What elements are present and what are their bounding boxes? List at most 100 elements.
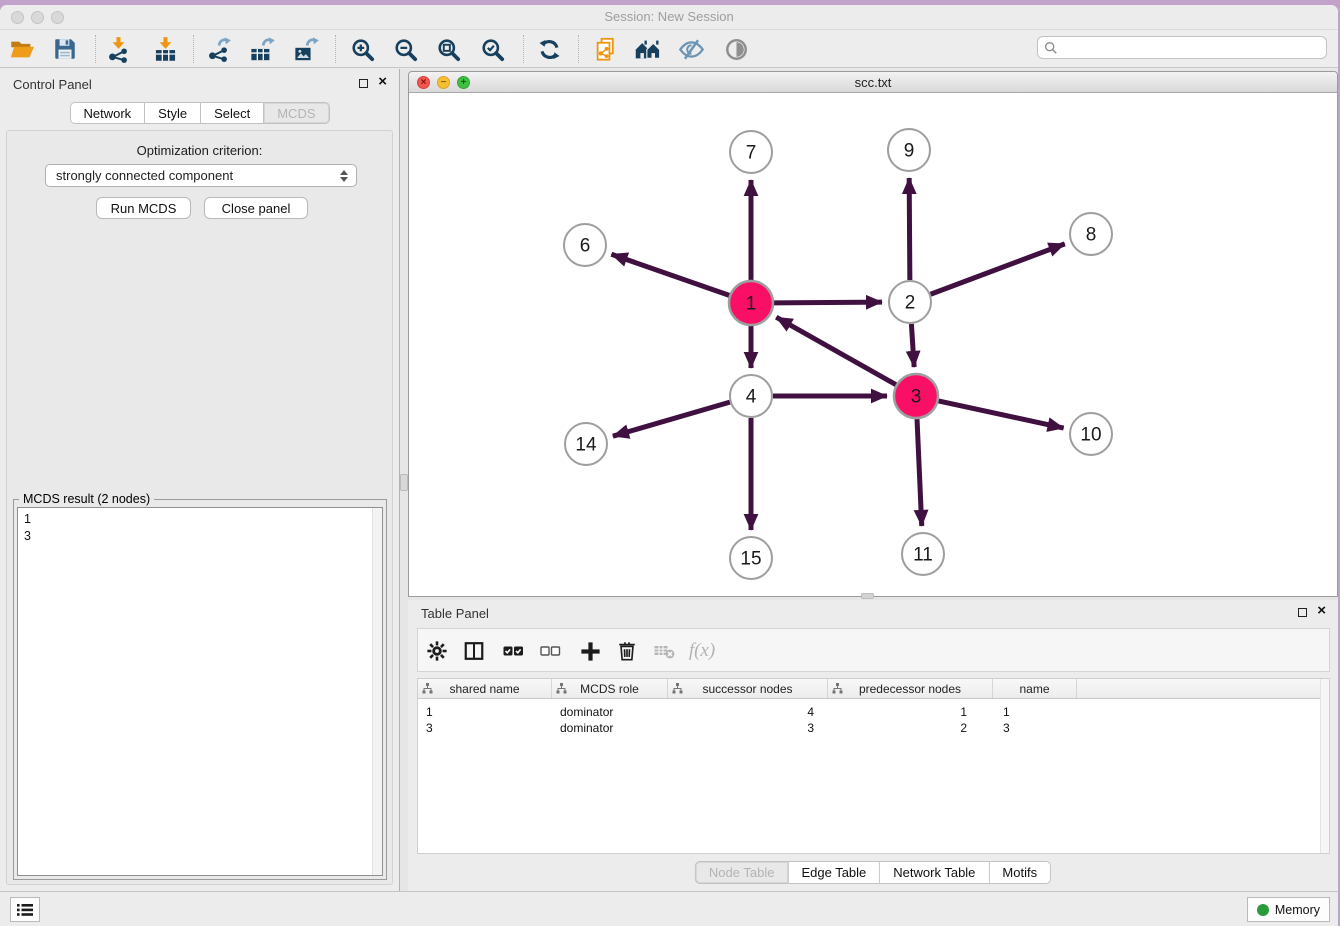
column-header-name[interactable]: name xyxy=(993,679,1077,698)
network-graph[interactable]: 7968124314101511 xyxy=(409,94,1337,596)
float-panel-icon[interactable] xyxy=(359,79,368,88)
network-window-titlebar[interactable]: × − + scc.txt xyxy=(409,72,1337,93)
list-icon xyxy=(16,902,34,918)
search-field[interactable] xyxy=(1037,36,1327,59)
column-header-shared-name[interactable]: shared name xyxy=(418,679,552,698)
tab-node-table[interactable]: Node Table xyxy=(695,861,789,884)
table-panel-title: Table Panel xyxy=(421,606,489,621)
search-icon xyxy=(1044,41,1058,55)
column-header-filler xyxy=(1077,679,1320,698)
network-title: scc.txt xyxy=(409,75,1337,90)
open-session-icon[interactable] xyxy=(5,32,39,66)
graph-edge-3-10[interactable] xyxy=(938,401,1063,428)
hierarchy-icon xyxy=(672,683,683,697)
criterion-dropdown[interactable]: strongly connected component xyxy=(45,164,357,187)
result-scrollbar[interactable] xyxy=(372,508,382,875)
toolbar-separator xyxy=(335,35,336,63)
result-line: 1 xyxy=(24,511,382,528)
graph-edge-1-2[interactable] xyxy=(774,302,882,303)
zoom-selected-icon[interactable] xyxy=(475,32,509,66)
optimization-criterion-label: Optimization criterion: xyxy=(7,143,392,158)
graph-node-label-15: 15 xyxy=(740,549,761,570)
delete-column-icon[interactable] xyxy=(611,635,643,667)
show-graphics-eye-icon[interactable] xyxy=(719,32,753,66)
hierarchy-icon xyxy=(556,683,567,697)
node-table: shared name MCDS role successor nodes pr… xyxy=(417,678,1330,854)
table-scrollbar[interactable] xyxy=(1320,679,1329,853)
export-table-icon[interactable] xyxy=(244,32,278,66)
mcds-result-list[interactable]: 1 3 xyxy=(17,507,383,876)
float-table-panel-icon[interactable] xyxy=(1298,608,1307,617)
column-header-mcds-role[interactable]: MCDS role xyxy=(552,679,668,698)
column-header-predecessor-nodes[interactable]: predecessor nodes xyxy=(828,679,993,698)
graph-edge-2-9[interactable] xyxy=(909,178,910,280)
control-panel: Control Panel × Network Style Select MCD… xyxy=(0,69,400,891)
mcds-tab-content: Optimization criterion: strongly connect… xyxy=(6,130,393,885)
table-row[interactable]: 3 dominator 3 2 3 xyxy=(418,721,1320,737)
zoom-fit-icon[interactable] xyxy=(431,32,465,66)
table-row[interactable]: 1 dominator 4 1 1 xyxy=(418,705,1320,721)
table-header-row: shared name MCDS role successor nodes pr… xyxy=(418,679,1320,699)
memory-status-icon xyxy=(1257,904,1269,916)
tab-style[interactable]: Style xyxy=(145,102,201,124)
dropdown-stepper-icon xyxy=(338,168,349,184)
save-session-icon[interactable] xyxy=(48,32,82,66)
vertical-splitter-grip[interactable] xyxy=(400,474,408,491)
tab-mcds[interactable]: MCDS xyxy=(264,102,329,124)
column-header-successor-nodes[interactable]: successor nodes xyxy=(668,679,828,698)
add-column-icon[interactable] xyxy=(574,635,606,667)
graph-node-label-7: 7 xyxy=(746,143,757,164)
network-window: × − + scc.txt 7968124314101511 xyxy=(408,71,1338,597)
hierarchy-icon xyxy=(832,683,843,697)
graph-node-label-8: 8 xyxy=(1086,225,1097,246)
refresh-view-icon[interactable] xyxy=(532,32,566,66)
close-table-panel-icon[interactable]: × xyxy=(1317,602,1326,620)
graph-edge-2-3[interactable] xyxy=(911,324,914,367)
close-panel-icon[interactable]: × xyxy=(378,73,387,91)
toolbar-separator xyxy=(578,35,579,63)
app-title: Session: New Session xyxy=(0,9,1338,24)
graph-node-label-2: 2 xyxy=(905,293,916,314)
toolbar-separator xyxy=(193,35,194,63)
run-mcds-button[interactable]: Run MCDS xyxy=(96,197,191,219)
toolbar-separator xyxy=(523,35,524,63)
import-network-icon[interactable] xyxy=(101,32,135,66)
task-list-button[interactable] xyxy=(10,897,40,922)
tab-network-table[interactable]: Network Table xyxy=(880,861,989,884)
zoom-out-icon[interactable] xyxy=(388,32,422,66)
memory-button[interactable]: Memory xyxy=(1247,897,1330,922)
tab-select[interactable]: Select xyxy=(201,102,264,124)
graph-edge-1-6[interactable] xyxy=(611,254,729,295)
delete-table-icon[interactable] xyxy=(648,635,680,667)
graph-edge-2-8[interactable] xyxy=(931,244,1065,294)
search-input[interactable] xyxy=(1058,41,1326,55)
export-image-icon[interactable] xyxy=(288,32,322,66)
graph-edge-3-11[interactable] xyxy=(917,419,922,526)
criterion-value: strongly connected component xyxy=(56,168,233,183)
app-window: Session: New Session xyxy=(0,5,1338,926)
toolbar-separator xyxy=(95,35,96,63)
control-panel-title: Control Panel xyxy=(13,77,92,92)
tab-motifs[interactable]: Motifs xyxy=(989,861,1051,884)
graph-node-label-4: 4 xyxy=(746,387,757,408)
main-area: Control Panel × Network Style Select MCD… xyxy=(0,69,1338,891)
clone-network-icon[interactable] xyxy=(588,32,622,66)
tab-edge-table[interactable]: Edge Table xyxy=(788,861,880,884)
split-view-icon[interactable] xyxy=(458,635,490,667)
select-all-columns-icon[interactable] xyxy=(497,635,529,667)
graph-edge-4-14[interactable] xyxy=(613,402,730,436)
function-builder-icon[interactable]: f(x) xyxy=(686,635,718,667)
hide-details-eye-icon[interactable] xyxy=(674,32,708,66)
network-overview-icon[interactable] xyxy=(631,32,665,66)
network-canvas[interactable]: 7968124314101511 xyxy=(409,94,1337,596)
table-settings-icon[interactable] xyxy=(421,635,453,667)
tab-network[interactable]: Network xyxy=(69,102,145,124)
export-network-icon[interactable] xyxy=(201,32,235,66)
import-table-icon[interactable] xyxy=(148,32,182,66)
close-panel-button[interactable]: Close panel xyxy=(204,197,308,219)
graph-edge-3-1[interactable] xyxy=(776,317,896,384)
zoom-in-icon[interactable] xyxy=(345,32,379,66)
horizontal-splitter-grip[interactable] xyxy=(861,593,874,599)
graph-node-label-10: 10 xyxy=(1080,425,1101,446)
unselect-all-columns-icon[interactable] xyxy=(534,635,566,667)
